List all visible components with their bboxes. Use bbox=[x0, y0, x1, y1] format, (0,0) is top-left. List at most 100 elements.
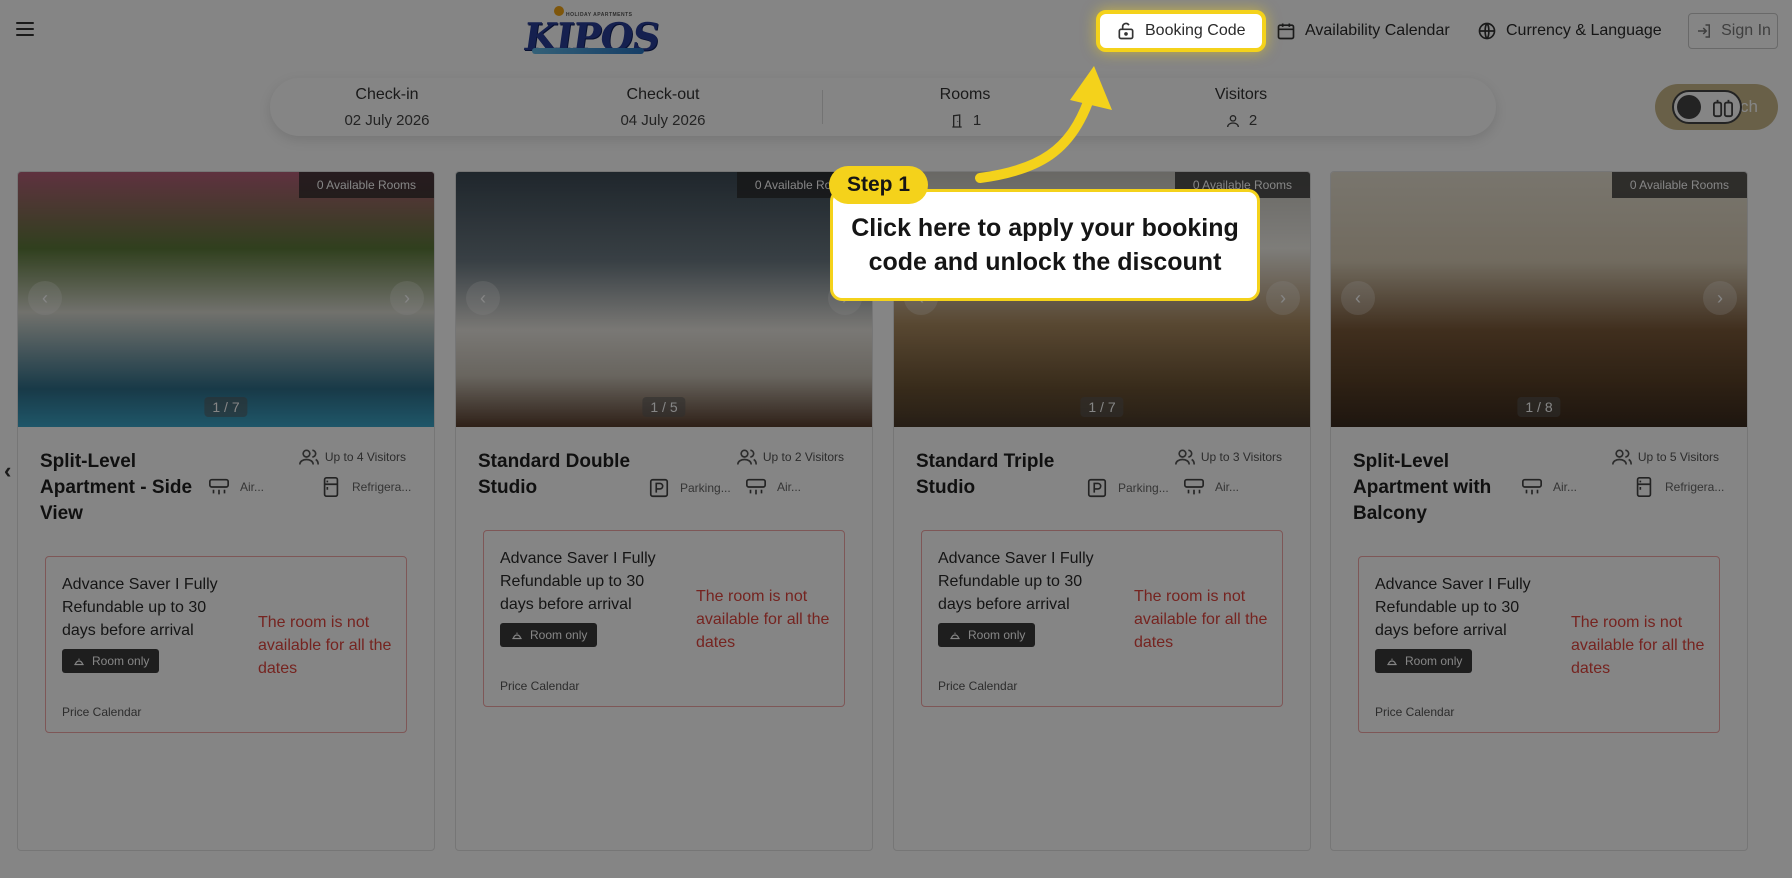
image-next-button[interactable]: › bbox=[1703, 281, 1737, 315]
calendar-icon bbox=[1277, 23, 1295, 40]
room-title[interactable]: Split-Level Apartment with Balcony bbox=[1353, 449, 1513, 527]
logo-wave bbox=[532, 48, 644, 54]
available-rooms-badge: 0 Available Rooms bbox=[1611, 172, 1747, 198]
rate-option[interactable]: Advance Saver I Fully Refundable up to 3… bbox=[1358, 556, 1720, 733]
booking-code-label: Booking Code bbox=[1145, 22, 1246, 39]
amenity: Air... bbox=[208, 476, 264, 498]
checkout-field[interactable]: Check-out 04 July 2026 bbox=[598, 86, 728, 129]
board-badge: Room only bbox=[500, 623, 598, 647]
availability-calendar-link[interactable]: Availability Calendar bbox=[1276, 14, 1450, 48]
max-visitors: Up to 4 Visitors bbox=[298, 448, 406, 466]
room-image: 0 Available Rooms ‹ › 1 / 7 bbox=[18, 172, 434, 427]
bell-icon bbox=[512, 632, 522, 640]
door-icon bbox=[952, 113, 962, 128]
rate-name: Advance Saver I Fully Refundable up to 3… bbox=[500, 550, 656, 613]
max-visitors-label: Up to 2 Visitors bbox=[762, 450, 844, 464]
room-title[interactable]: Standard Double Studio bbox=[478, 449, 638, 501]
tutorial-step-badge: Step 1 bbox=[829, 166, 929, 204]
kipos-logo[interactable]: HOLIDAY APARTMENTS KIPOS bbox=[521, 4, 662, 60]
people-icon bbox=[1611, 449, 1632, 465]
booking-code-button[interactable]: Booking Code bbox=[1096, 10, 1266, 52]
rate-name: Advance Saver I Fully Refundable up to 3… bbox=[938, 550, 1094, 613]
menu-icon[interactable] bbox=[16, 22, 34, 36]
sign-in-label: Sign In bbox=[1721, 22, 1771, 39]
amenity: Air... bbox=[1183, 476, 1239, 498]
air-conditioner-icon bbox=[746, 478, 766, 495]
rate-name: Advance Saver I Fully Refundable up to 3… bbox=[1375, 576, 1531, 639]
image-counter: 1 / 7 bbox=[204, 397, 248, 417]
amenity: Air... bbox=[1521, 476, 1577, 498]
people-icon bbox=[736, 449, 757, 465]
amenity: Air... bbox=[745, 476, 801, 498]
parking-icon bbox=[649, 478, 669, 498]
max-visitors-label: Up to 3 Visitors bbox=[1200, 450, 1282, 464]
lock-icon bbox=[1118, 22, 1134, 40]
not-available-message: The room is not available for all the da… bbox=[696, 588, 830, 651]
amenity-label: Air... bbox=[1553, 480, 1578, 494]
room-image: 0 Available Rooms ‹ › 1 / 8 bbox=[1331, 172, 1747, 427]
checkin-label: Check-in bbox=[355, 86, 419, 103]
view-toggle[interactable] bbox=[1672, 90, 1742, 124]
checkout-label: Check-out bbox=[626, 86, 700, 103]
available-rooms-badge: 0 Available Rooms bbox=[298, 172, 434, 198]
refrigerator-icon bbox=[323, 477, 339, 497]
amenity-label: Parking... bbox=[680, 481, 731, 495]
top-header: HOLIDAY APARTMENTS KIPOS Booking Code Av… bbox=[0, 0, 1792, 62]
image-counter: 1 / 5 bbox=[642, 397, 686, 417]
not-available-message: The room is not available for all the da… bbox=[258, 614, 392, 677]
bell-icon bbox=[74, 658, 84, 666]
carousel-prev-chevron-icon[interactable]: ‹ bbox=[4, 458, 11, 484]
person-icon bbox=[1226, 114, 1239, 127]
room-card: 0 Available Rooms ‹ › 1 / 8 Split-Level … bbox=[1330, 171, 1748, 851]
amenity-label: Air... bbox=[240, 480, 265, 494]
visitors-field[interactable]: Visitors 2 bbox=[1196, 86, 1286, 129]
room-image: 0 Available Rooms ‹ › 1 / 5 bbox=[456, 172, 872, 427]
air-conditioner-icon bbox=[1184, 478, 1204, 495]
image-prev-button[interactable]: ‹ bbox=[28, 281, 62, 315]
price-calendar-link[interactable]: Price Calendar bbox=[1375, 705, 1454, 719]
max-visitors: Up to 3 Visitors bbox=[1174, 448, 1282, 466]
checkin-value: 02 July 2026 bbox=[344, 112, 430, 129]
tutorial-arrow-icon bbox=[975, 66, 1112, 183]
price-calendar-link[interactable]: Price Calendar bbox=[500, 679, 579, 693]
max-visitors: Up to 5 Visitors bbox=[1611, 448, 1719, 466]
price-calendar-link[interactable]: Price Calendar bbox=[938, 679, 1017, 693]
image-prev-button[interactable]: ‹ bbox=[466, 281, 500, 315]
max-visitors: Up to 2 Visitors bbox=[736, 448, 844, 466]
room-title[interactable]: Standard Triple Studio bbox=[916, 449, 1076, 501]
currency-language-link[interactable]: Currency & Language bbox=[1477, 14, 1662, 48]
checkout-value: 04 July 2026 bbox=[620, 112, 706, 129]
refrigerator-icon bbox=[1636, 477, 1652, 497]
sign-in-icon bbox=[1698, 24, 1711, 38]
sign-in-button[interactable]: Sign In bbox=[1688, 13, 1778, 49]
search-bar: Check-in 02 July 2026 Check-out 04 July … bbox=[270, 78, 1778, 136]
price-calendar-link[interactable]: Price Calendar bbox=[62, 705, 141, 719]
tutorial-message: Click here to apply your booking code an… bbox=[851, 214, 1239, 276]
image-counter: 1 / 8 bbox=[1517, 397, 1561, 417]
amenity-label: Parking... bbox=[1118, 481, 1169, 495]
availability-calendar-label: Availability Calendar bbox=[1305, 22, 1450, 39]
image-counter: 1 / 7 bbox=[1080, 397, 1124, 417]
image-prev-button[interactable]: ‹ bbox=[1341, 281, 1375, 315]
amenity-label: Refrigera... bbox=[352, 480, 412, 494]
board-label: Room only bbox=[530, 628, 588, 642]
tutorial-callout: Click here to apply your booking code an… bbox=[830, 189, 1260, 301]
air-conditioner-icon bbox=[209, 478, 229, 495]
checkin-field[interactable]: Check-in 02 July 2026 bbox=[322, 86, 452, 129]
rate-option[interactable]: Advance Saver I Fully Refundable up to 3… bbox=[483, 530, 845, 707]
columns-icon bbox=[1713, 99, 1733, 118]
parking-icon bbox=[1087, 478, 1107, 498]
image-next-button[interactable]: › bbox=[1266, 281, 1300, 315]
visitors-label: Visitors bbox=[1214, 86, 1268, 103]
image-next-button[interactable]: › bbox=[390, 281, 424, 315]
amenity: Parking... bbox=[1086, 477, 1169, 499]
visitors-value: 2 bbox=[1248, 112, 1258, 129]
people-icon bbox=[1174, 449, 1195, 465]
rate-option[interactable]: Advance Saver I Fully Refundable up to 3… bbox=[921, 530, 1283, 707]
room-title[interactable]: Split-Level Apartment - Side View bbox=[40, 449, 200, 527]
board-badge: Room only bbox=[938, 623, 1036, 647]
rate-option[interactable]: Advance Saver I Fully Refundable up to 3… bbox=[45, 556, 407, 733]
not-available-message: The room is not available for all the da… bbox=[1571, 614, 1705, 677]
max-visitors-label: Up to 5 Visitors bbox=[1637, 450, 1719, 464]
toggle-knob bbox=[1677, 95, 1701, 119]
